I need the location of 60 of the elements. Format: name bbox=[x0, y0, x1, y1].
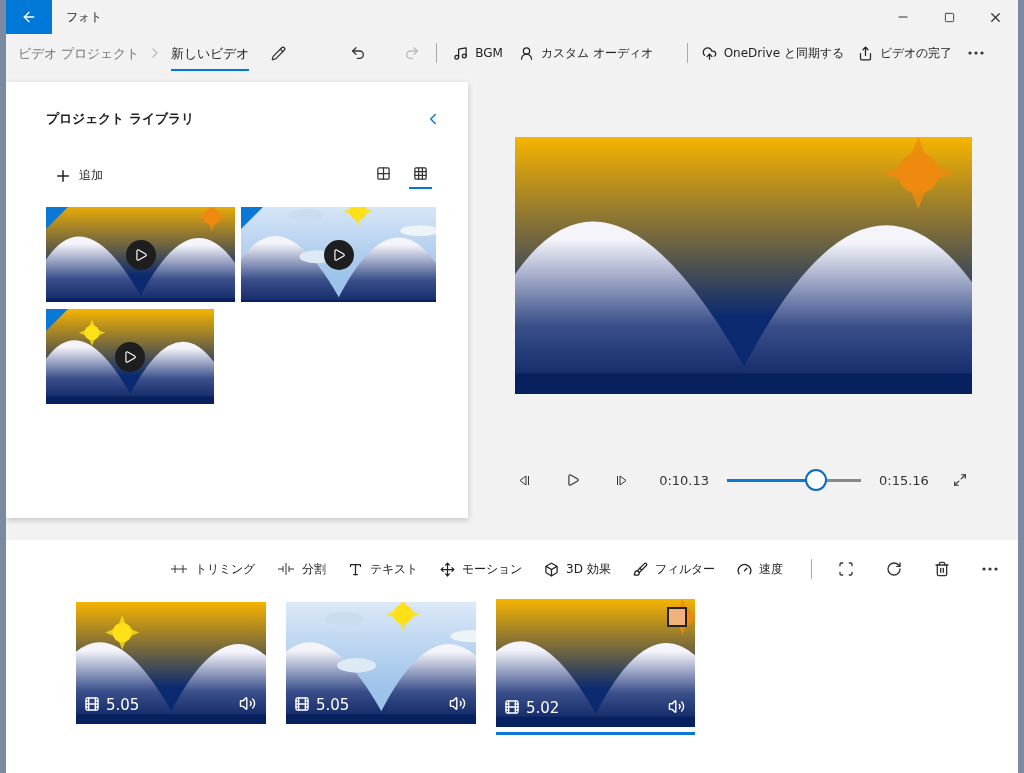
edit-tool-button[interactable]: モーション bbox=[436, 556, 526, 582]
edit-tool-button[interactable]: フィルター bbox=[628, 556, 719, 582]
current-time: 0:10.13 bbox=[659, 472, 709, 488]
text-icon bbox=[348, 561, 363, 577]
total-time: 0:15.16 bbox=[879, 472, 929, 488]
music-note-icon bbox=[453, 45, 469, 61]
film-icon bbox=[84, 696, 100, 712]
rotate-icon bbox=[885, 561, 902, 577]
clip-duration: 5.02 bbox=[526, 699, 560, 717]
pencil-icon bbox=[271, 45, 287, 61]
play-icon bbox=[133, 247, 148, 262]
clip-duration: 5.05 bbox=[316, 696, 350, 714]
share-icon bbox=[857, 45, 873, 61]
toolbar-button[interactable]: ビデオの完了 bbox=[853, 40, 956, 66]
play-icon bbox=[331, 247, 346, 262]
cloud-upload-icon bbox=[701, 45, 717, 61]
add-button[interactable]: 追加 bbox=[50, 162, 107, 189]
selection-checkbox[interactable] bbox=[667, 607, 687, 627]
cube-icon bbox=[544, 561, 559, 577]
panel-title: プロジェクト ライブラリ bbox=[46, 110, 194, 128]
gauge-icon bbox=[736, 561, 752, 577]
large-grid-icon bbox=[376, 166, 391, 181]
seek-thumb[interactable] bbox=[805, 469, 828, 491]
back-button[interactable] bbox=[6, 0, 52, 34]
trash-icon bbox=[933, 561, 950, 577]
breadcrumb-item[interactable]: 新しいビデオ bbox=[171, 39, 250, 71]
brush-icon bbox=[632, 561, 648, 577]
split-icon bbox=[277, 563, 295, 575]
edit-tool-button[interactable]: 3D 効果 bbox=[540, 556, 615, 582]
more-icon bbox=[967, 51, 984, 55]
step-back-icon[interactable] bbox=[519, 474, 531, 486]
redo-icon bbox=[404, 45, 421, 61]
more-icon bbox=[981, 567, 998, 571]
edit-tool-button[interactable]: トリミング bbox=[166, 556, 259, 582]
toolbar-button[interactable]: OneDrive と同期する bbox=[697, 40, 848, 66]
toolbar-button[interactable]: カスタム オーディオ bbox=[514, 40, 657, 66]
volume-icon[interactable] bbox=[449, 695, 466, 712]
trim-icon bbox=[170, 563, 188, 575]
window-title: フォト bbox=[66, 8, 103, 26]
person-icon bbox=[518, 45, 534, 61]
toolbar-button[interactable]: BGM bbox=[449, 41, 507, 65]
edit-tool-button[interactable]: 分割 bbox=[273, 556, 330, 582]
clip-duration: 5.05 bbox=[106, 696, 140, 714]
fullscreen-icon[interactable] bbox=[952, 473, 967, 487]
edit-tool-button[interactable]: テキスト bbox=[344, 556, 422, 582]
step-forward-icon[interactable] bbox=[616, 474, 628, 486]
edit-tool-button[interactable]: 速度 bbox=[732, 556, 787, 582]
frame-icon bbox=[837, 561, 854, 577]
play-icon[interactable] bbox=[566, 473, 581, 487]
undo-icon bbox=[350, 45, 367, 61]
film-icon bbox=[294, 696, 310, 712]
small-grid-icon bbox=[413, 166, 428, 181]
maximize-icon bbox=[943, 11, 955, 23]
move-icon bbox=[440, 561, 455, 577]
back-arrow-icon bbox=[21, 9, 37, 25]
volume-icon[interactable] bbox=[239, 695, 256, 712]
breadcrumb-item[interactable]: ビデオ プロジェクト bbox=[18, 39, 140, 71]
volume-icon[interactable] bbox=[668, 698, 685, 715]
play-icon bbox=[123, 349, 137, 364]
film-icon bbox=[504, 699, 520, 715]
